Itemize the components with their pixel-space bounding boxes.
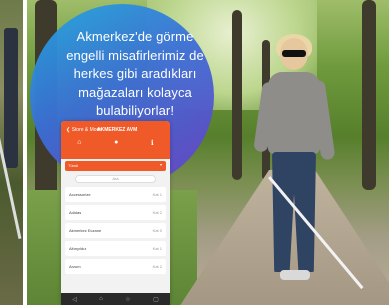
store-list-item[interactable]: Adidas Kat 2 (65, 205, 166, 220)
bubble-message: Akmerkez'de görme engelli misafirlerimiz… (58, 28, 212, 121)
torso (268, 72, 320, 154)
slide: Akmerkez'de görme engelli misafirlerimiz… (0, 0, 389, 305)
home-nav-icon[interactable]: ⌂ (99, 296, 103, 302)
store-name: Akmerkez Eczane (69, 228, 102, 233)
star-icon[interactable]: ☆ (125, 296, 130, 303)
sunglasses (282, 50, 306, 57)
recent-icon[interactable]: ▢ (153, 296, 159, 303)
store-list-item[interactable]: Altınyıldız Kat 1 (65, 241, 166, 256)
store-floor: Kat 0 (152, 228, 162, 233)
info-icon[interactable]: ℹ (151, 139, 154, 147)
message-line: Akmerkez'de görme (76, 29, 194, 44)
message-line: mağazaları kolayca (78, 84, 192, 100)
app-header: ❮ Store & Mode AKMERKEZ AVM ⌂ ● ℹ (61, 121, 170, 159)
message-line: herkes gibi aradıkları (73, 66, 197, 81)
shoes (280, 270, 310, 280)
category-select[interactable]: Tümü ▾ (65, 161, 166, 171)
message-line: engelli misafirlerimiz de (66, 47, 204, 63)
store-name: Arzum (69, 264, 81, 269)
pin-icon[interactable]: ● (114, 139, 118, 147)
woman-walking (253, 34, 338, 288)
previous-slide-figure (4, 28, 18, 168)
previous-slide-image (0, 0, 23, 305)
message-line: bulabiliyorlar! (95, 103, 175, 118)
store-name: Adidas (69, 210, 82, 215)
store-name: Altınyıldız (69, 246, 87, 251)
app-title: AKMERKEZ AVM (97, 127, 138, 133)
chevron-down-icon: ▾ (159, 162, 162, 167)
store-list-item[interactable]: Arzum Kat 2 (65, 259, 166, 274)
category-select-value: Tümü (68, 163, 79, 168)
search-input[interactable]: Ara (75, 175, 156, 183)
phone-screenshot: ❮ Store & Mode AKMERKEZ AVM ⌂ ● ℹ Tümü ▾… (61, 121, 170, 305)
store-name: Accessorize (69, 192, 91, 197)
store-floor: Kat 2 (152, 210, 162, 215)
home-icon[interactable]: ⌂ (77, 139, 81, 147)
back-icon[interactable]: ◁ (72, 296, 77, 303)
store-list-item[interactable]: Accessorize Kat 1 (65, 187, 166, 202)
store-list-item[interactable]: Akmerkez Eczane Kat 0 (65, 223, 166, 238)
store-floor: Kat 2 (152, 264, 162, 269)
app-tabs: ⌂ ● ℹ (61, 139, 170, 147)
tree-trunk (232, 10, 242, 180)
legs (272, 152, 316, 272)
store-floor: Kat 1 (152, 246, 162, 251)
store-floor: Kat 1 (152, 192, 162, 197)
phone-nav-bar: ◁ ⌂ ☆ ▢ (61, 293, 170, 305)
tree-trunk (362, 0, 376, 190)
